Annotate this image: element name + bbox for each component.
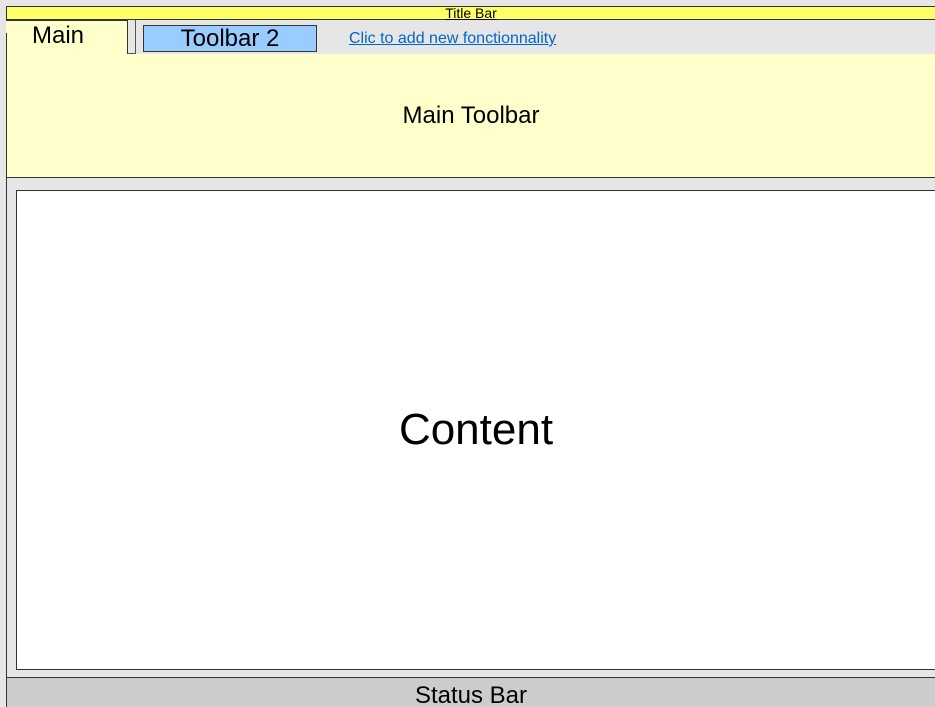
tab-toolbar-2[interactable]: Toolbar 2 xyxy=(143,25,317,52)
main-toolbar: Main Toolbar xyxy=(6,54,935,178)
tab-toolbar-2-label: Toolbar 2 xyxy=(180,25,280,52)
tab-main-label: Main xyxy=(32,22,85,49)
tab-strip: Main Toolbar 2 Clic to add new fonctionn… xyxy=(6,20,935,55)
add-functionality-link[interactable]: Clic to add new fonctionnality xyxy=(349,30,556,48)
status-bar: Status Bar xyxy=(6,677,935,707)
tab-notch xyxy=(6,33,7,55)
content-area: Content xyxy=(16,190,935,670)
app-window: Title Bar Main Toolbar 2 Clic to add new… xyxy=(0,0,935,707)
content-label: Content xyxy=(398,405,554,454)
status-bar-label: Status Bar xyxy=(414,682,528,707)
title-bar-label: Title Bar xyxy=(445,5,497,21)
tab-main[interactable]: Main xyxy=(6,20,128,55)
main-toolbar-label: Main Toolbar xyxy=(402,101,540,129)
title-bar: Title Bar xyxy=(6,6,935,20)
tab-separator xyxy=(128,20,136,54)
